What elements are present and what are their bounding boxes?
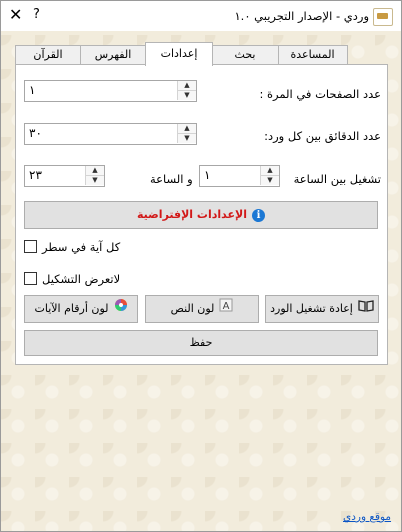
- text-color-label: لون النص: [170, 302, 215, 315]
- verse-per-line-checkbox[interactable]: [24, 240, 37, 253]
- no-tashkeel-label: لاتعرض التشكيل: [42, 272, 121, 286]
- tab-help[interactable]: المساعدة: [277, 45, 348, 65]
- svg-text:A: A: [223, 301, 230, 312]
- app-window: وردي - الإصدار التجريبي ١.٠ ? ✕ المساعدة…: [0, 0, 402, 532]
- minutes-up-arrow-icon[interactable]: ▲: [177, 124, 196, 134]
- end-hour-down-arrow-icon[interactable]: ▼: [85, 176, 104, 185]
- minutes-between-stepper[interactable]: ٣٠ ▲ ▼: [24, 123, 197, 145]
- no-tashkeel-checkbox[interactable]: [24, 272, 37, 285]
- verse-per-line-label: كل آية في سطر: [42, 240, 121, 254]
- default-settings-button[interactable]: i الإعدادات الإفتراضية: [24, 201, 378, 229]
- no-tashkeel-checkbox-row[interactable]: لاتعرض التشكيل: [24, 272, 144, 286]
- verse-per-line-checkbox-row[interactable]: كل آية في سطر: [24, 240, 124, 254]
- tab-quran[interactable]: القرآن: [15, 45, 81, 65]
- default-settings-label: الإعدادات الإفتراضية: [137, 208, 247, 221]
- tab-bar: المساعدة بحث إعدادات الفهرس القرآن: [15, 42, 386, 66]
- end-hour-value: ٢٣: [29, 168, 42, 182]
- end-hour-stepper[interactable]: ٢٣ ▲ ▼: [24, 165, 105, 187]
- pages-per-time-label: عدد الصفحات في المرة :: [259, 87, 381, 101]
- help-button[interactable]: ?: [33, 7, 40, 22]
- text-color-button[interactable]: A لون النص: [145, 295, 259, 323]
- end-hour-up-arrow-icon[interactable]: ▲: [85, 166, 104, 176]
- pages-per-time-value: ١: [29, 83, 36, 97]
- tab-settings[interactable]: إعدادات: [145, 42, 213, 66]
- wirdi-site-link[interactable]: موقع وردي: [343, 511, 391, 523]
- text-color-icon: A: [219, 296, 233, 322]
- save-button[interactable]: حفظ: [24, 330, 378, 356]
- tab-search[interactable]: بحث: [211, 45, 279, 65]
- replay-wird-label: إعادة تشغيل الورد: [270, 302, 353, 315]
- pages-per-time-stepper[interactable]: ١ ▲ ▼: [24, 80, 197, 102]
- and-hour-label: و الساعة: [150, 172, 193, 186]
- book-icon: [358, 296, 374, 322]
- color-palette-icon: [114, 296, 128, 322]
- minutes-between-value: ٣٠: [29, 126, 42, 140]
- settings-panel: عدد الصفحات في المرة : ١ ▲ ▼ عدد الدقائق…: [15, 64, 388, 365]
- start-hour-stepper[interactable]: ١ ▲ ▼: [199, 165, 280, 187]
- window-title: وردي - الإصدار التجريبي ١.٠: [234, 9, 369, 23]
- minutes-down-arrow-icon[interactable]: ▼: [177, 134, 196, 143]
- start-hour-down-arrow-icon[interactable]: ▼: [260, 176, 279, 185]
- verse-number-color-button[interactable]: لون أرقام الآيات: [24, 295, 138, 323]
- title-bar: وردي - الإصدار التجريبي ١.٠ ? ✕: [1, 1, 401, 31]
- verse-number-color-label: لون أرقام الآيات: [34, 302, 109, 315]
- replay-wird-button[interactable]: إعادة تشغيل الورد: [265, 295, 379, 323]
- close-button[interactable]: ✕: [9, 5, 22, 24]
- tab-index[interactable]: الفهرس: [79, 45, 147, 65]
- app-icon: [373, 8, 393, 26]
- info-icon: i: [251, 208, 265, 222]
- run-between-label: تشغيل بين الساعة: [293, 172, 381, 186]
- start-hour-up-arrow-icon[interactable]: ▲: [260, 166, 279, 176]
- pages-up-arrow-icon[interactable]: ▲: [177, 81, 196, 91]
- minutes-between-label: عدد الدقائق بين كل ورد:: [264, 129, 381, 143]
- pages-down-arrow-icon[interactable]: ▼: [177, 91, 196, 100]
- start-hour-value: ١: [204, 168, 211, 182]
